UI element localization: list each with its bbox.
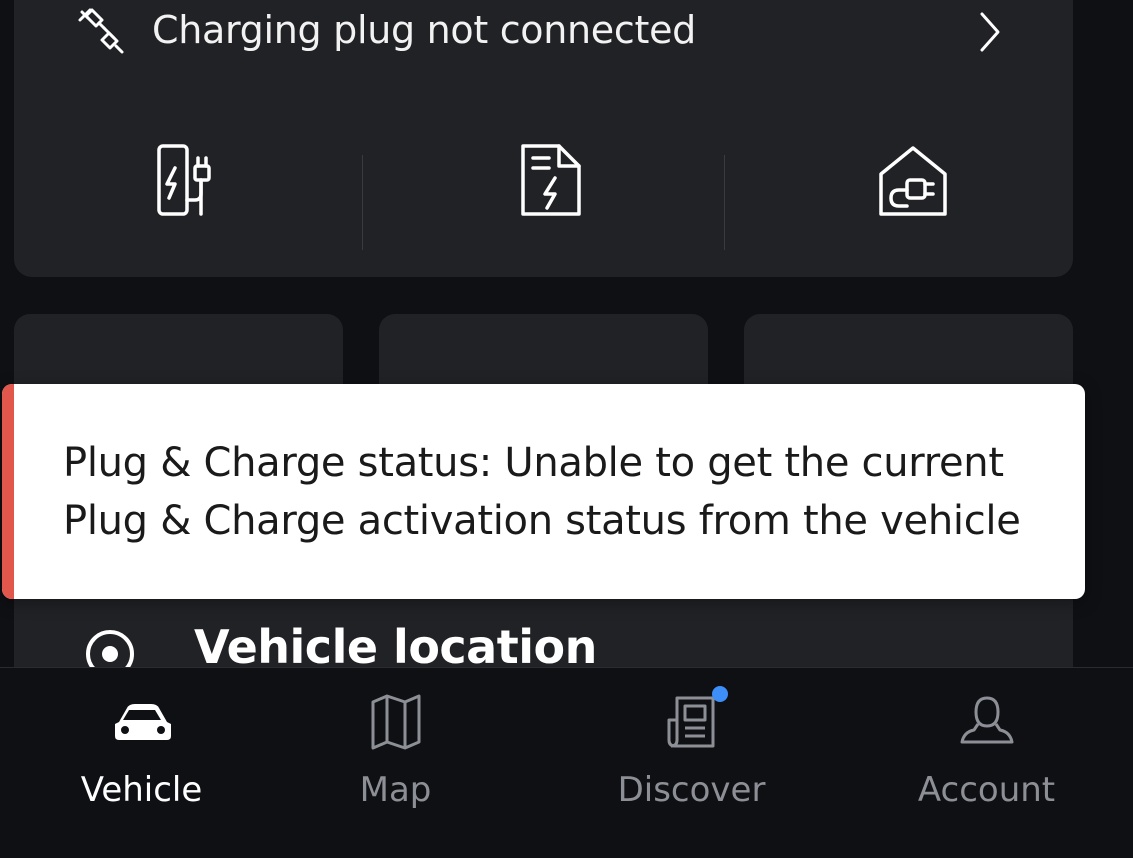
action-divider: [724, 155, 725, 250]
action-divider: [362, 155, 363, 250]
nav-item-account[interactable]: Account: [845, 668, 1128, 858]
home-charging-button[interactable]: [738, 130, 1087, 230]
map-icon: [371, 694, 420, 750]
toast-message: Plug & Charge status: Unable to get the …: [63, 440, 1021, 544]
charging-station-icon: [156, 144, 211, 216]
charging-actions: [14, 130, 1073, 230]
nav-label-discover: Discover: [617, 770, 766, 810]
vehicle-location-label: Vehicle location: [194, 620, 597, 674]
notification-badge: [712, 686, 728, 702]
nav-item-vehicle[interactable]: Vehicle: [0, 668, 283, 858]
charging-document-icon: [520, 144, 581, 216]
charging-station-button[interactable]: [14, 130, 363, 230]
charging-status-text: Charging plug not connected: [152, 8, 696, 52]
charging-card: Charging plug not connected: [14, 0, 1073, 277]
nav-item-map[interactable]: Map: [254, 668, 537, 858]
car-icon: [114, 704, 171, 740]
plug-disconnected-icon: [78, 8, 124, 54]
nav-item-discover[interactable]: Discover: [550, 668, 833, 858]
nav-label-map: Map: [359, 770, 432, 810]
nav-label-account: Account: [917, 770, 1056, 810]
bottom-nav: Vehicle Map Discover Account: [0, 667, 1133, 858]
home-charging-icon: [878, 146, 947, 216]
news-icon: [667, 696, 714, 748]
user-icon: [960, 696, 1013, 744]
error-toast[interactable]: Plug & Charge status: Unable to get the …: [2, 384, 1085, 599]
chevron-right-icon: [980, 12, 1000, 52]
charging-status-row[interactable]: Charging plug not connected: [14, 0, 1073, 60]
toast-accent-bar: [2, 384, 14, 599]
charging-document-button[interactable]: [376, 130, 725, 230]
nav-label-vehicle: Vehicle: [80, 770, 203, 810]
